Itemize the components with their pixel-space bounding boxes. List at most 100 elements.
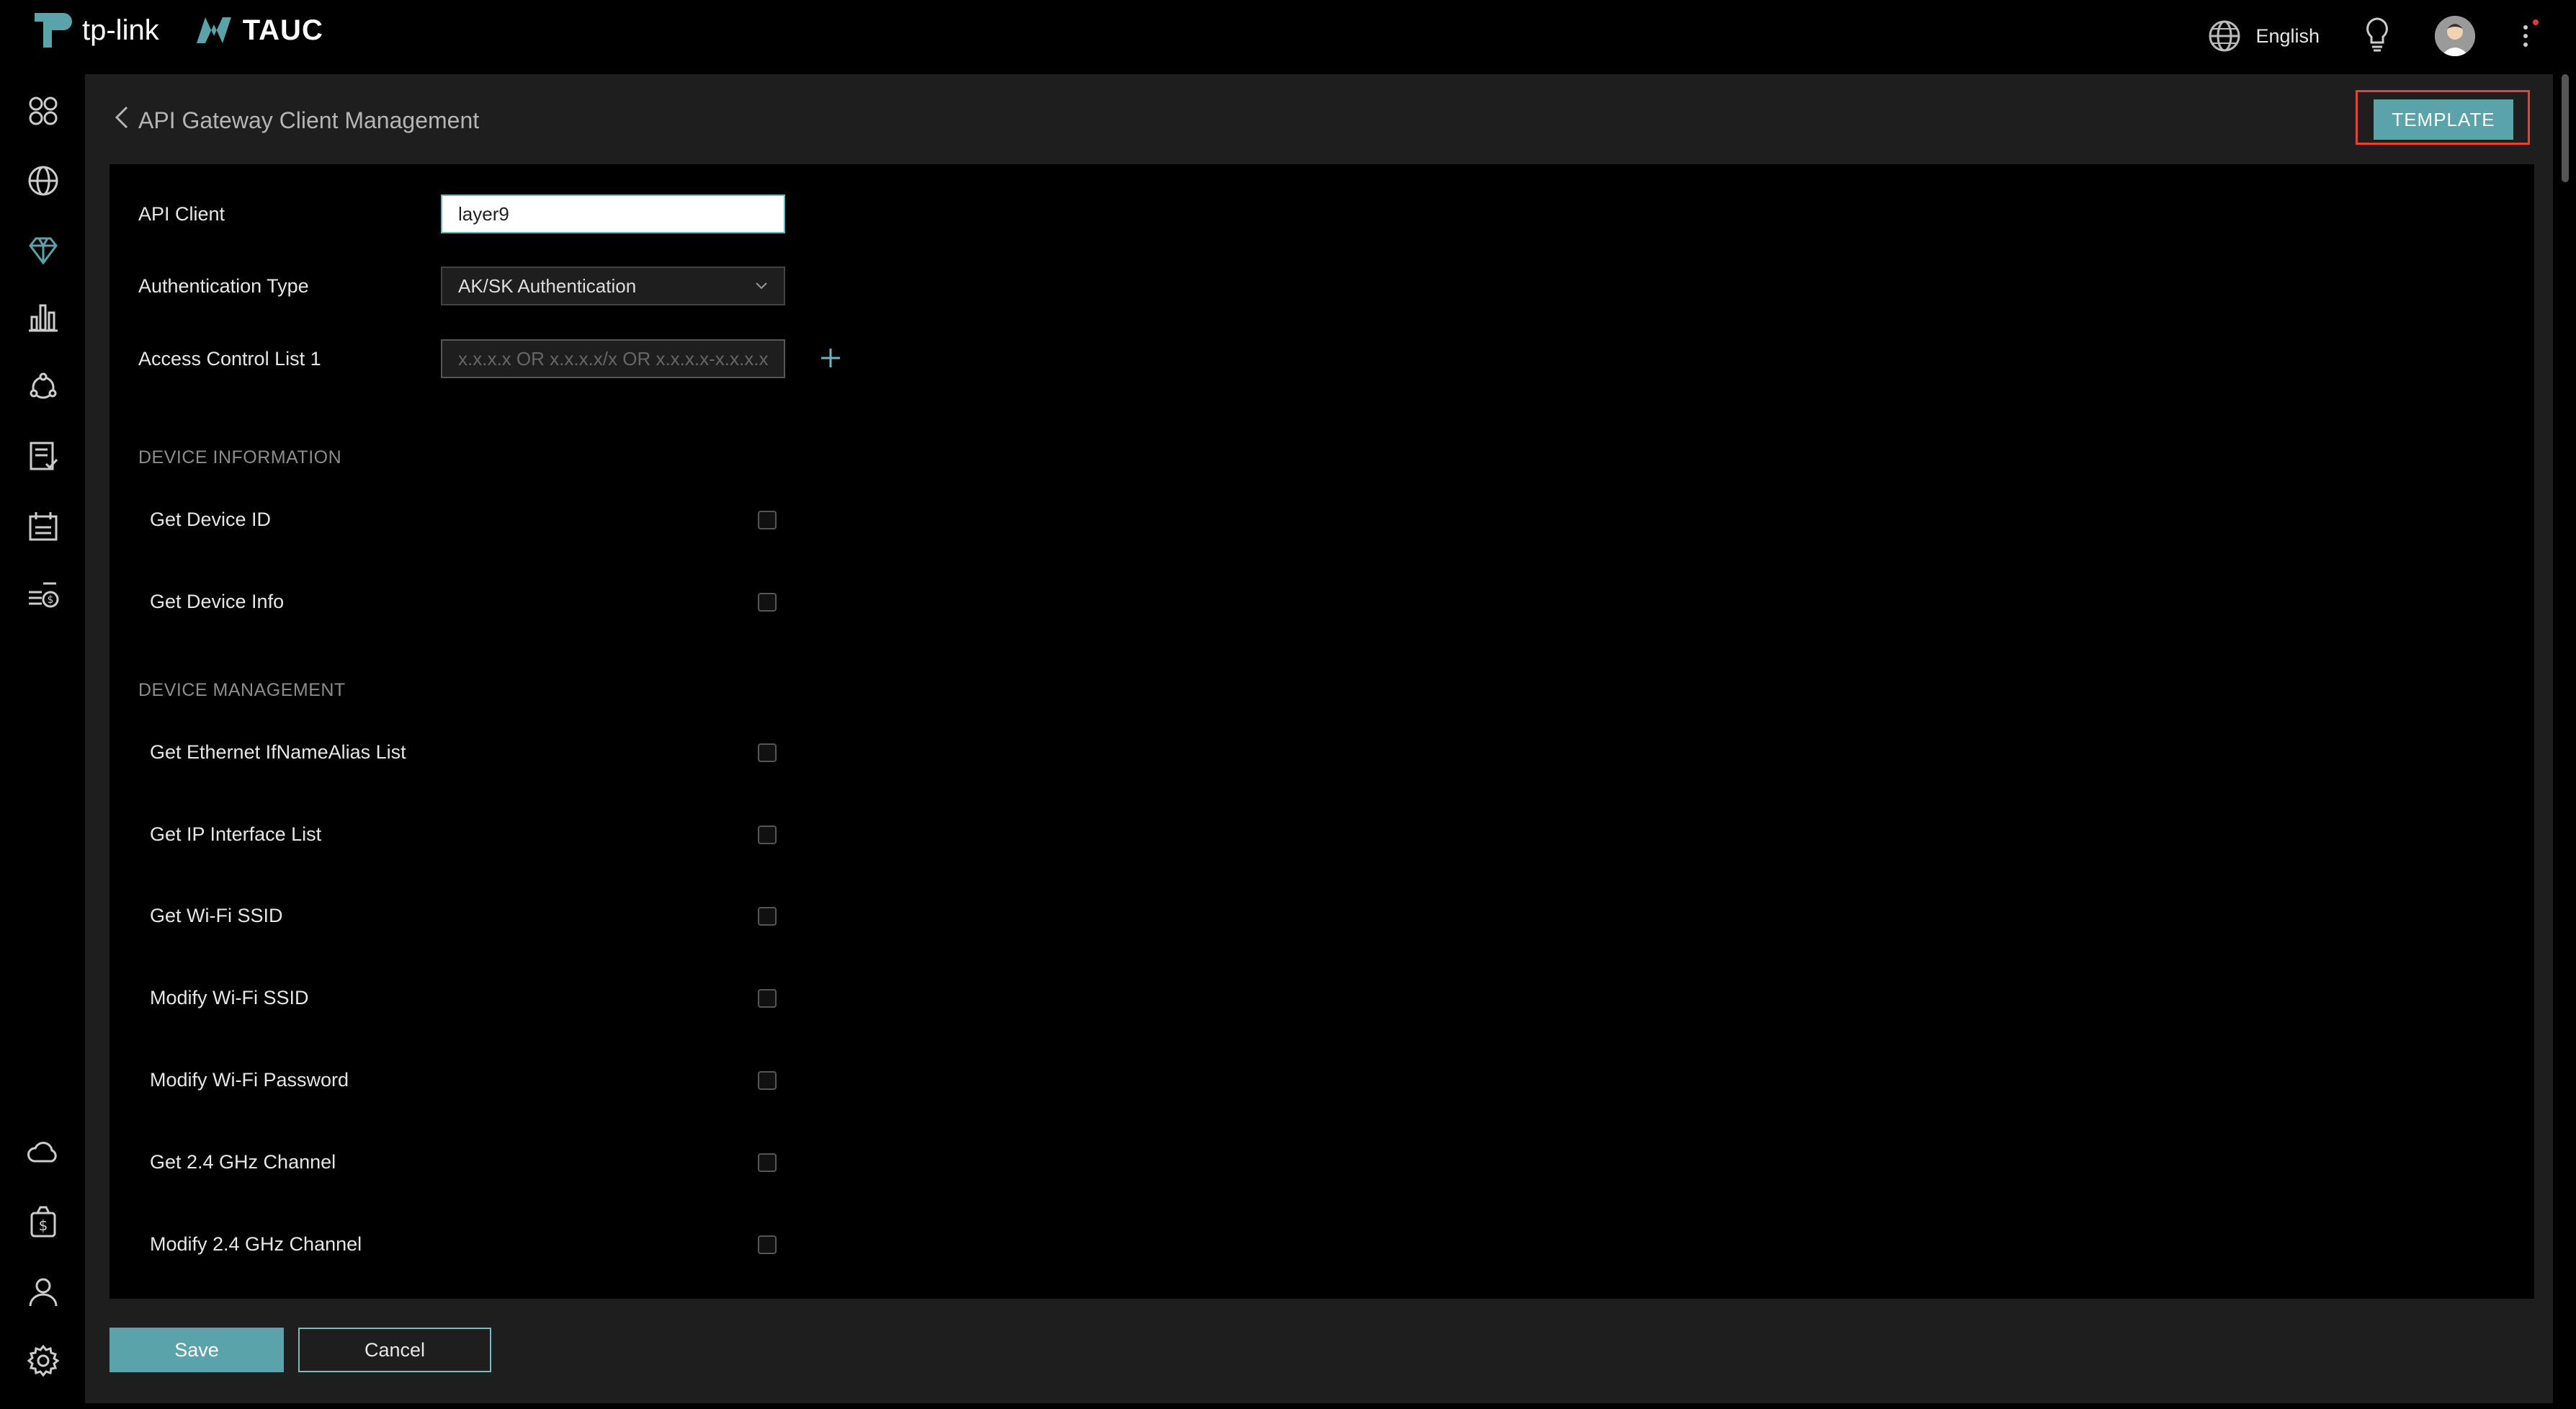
acl-row: Access Control List 1 x.x.x.x OR x.x.x.x… <box>138 339 841 378</box>
section-device-information: DEVICE INFORMATION <box>138 447 342 468</box>
permission-checkbox[interactable] <box>758 592 777 612</box>
product-name: TAUC <box>242 14 323 46</box>
permission-row: Get Ethernet IfNameAlias List <box>150 741 777 764</box>
sidebar-item-schedule[interactable] <box>26 509 61 544</box>
permission-row: Get Device ID <box>150 509 777 531</box>
sidebar-item-settings[interactable] <box>26 1343 61 1378</box>
language-label: English <box>2255 24 2320 47</box>
api-client-input[interactable]: layer9 <box>441 194 785 233</box>
auth-type-row: Authentication Type AK/SK Authentication <box>138 267 785 305</box>
sidebar-item-network[interactable] <box>26 164 61 198</box>
permission-label: Modify Wi-Fi SSID <box>150 987 309 1008</box>
plus-icon <box>821 349 840 367</box>
acl-input[interactable]: x.x.x.x OR x.x.x.x/x OR x.x.x.x-x.x.x.x <box>441 339 785 378</box>
svg-text:$: $ <box>39 1217 48 1234</box>
permission-row: Modify 2.4 GHz Channel <box>150 1233 777 1256</box>
permission-checkbox[interactable] <box>758 510 777 529</box>
permission-checkbox[interactable] <box>758 1070 777 1090</box>
tp-link-logo[interactable]: tp-link <box>29 7 159 53</box>
permission-label: Modify 2.4 GHz Channel <box>150 1233 362 1255</box>
dollar-bag-icon: $ <box>30 1206 56 1238</box>
globe-icon <box>28 166 58 196</box>
sidebar-item-account[interactable] <box>26 1274 61 1309</box>
sidebar: $ $ <box>0 74 85 1409</box>
permission-label: Get 2.4 GHz Channel <box>150 1151 336 1173</box>
add-acl-button[interactable] <box>820 343 841 375</box>
diamond-icon <box>29 237 58 265</box>
permission-label: Get Device Info <box>150 591 285 612</box>
template-button[interactable]: TEMPLATE <box>2374 99 2513 140</box>
permission-label: Get IP Interface List <box>150 823 322 845</box>
brand: tp-link TAUC <box>29 7 323 53</box>
user-icon <box>29 1278 58 1307</box>
svg-text:$: $ <box>48 594 54 606</box>
chevron-down-icon <box>756 282 767 290</box>
acl-label: Access Control List 1 <box>138 347 321 370</box>
tp-link-logo-icon <box>35 13 72 48</box>
permission-label: Get Device ID <box>150 509 272 530</box>
dashboard-icon <box>29 97 58 125</box>
user-avatar-icon <box>2435 16 2475 56</box>
permission-row: Get Wi-Fi SSID <box>150 905 777 927</box>
template-highlight: TEMPLATE <box>2356 90 2530 145</box>
sidebar-item-dashboard[interactable] <box>26 94 61 128</box>
brand-name: tp-link <box>82 14 159 46</box>
permission-checkbox[interactable] <box>758 906 777 926</box>
globe-icon <box>2209 20 2240 52</box>
permission-row: Modify Wi-Fi Password <box>150 1069 777 1091</box>
lightbulb-icon <box>2366 17 2388 51</box>
checklist-icon <box>30 442 58 470</box>
bar-chart-icon <box>29 304 58 332</box>
auth-type-select[interactable]: AK/SK Authentication <box>441 267 785 305</box>
main-panel: API Gateway Client Management TEMPLATE A… <box>85 74 2553 1403</box>
billing-list-icon: $ <box>29 582 59 608</box>
more-menu-button[interactable] <box>2518 18 2539 54</box>
top-bar: tp-link TAUC English <box>0 0 2576 74</box>
permission-checkbox[interactable] <box>758 988 777 1008</box>
permission-label: Get Wi-Fi SSID <box>150 905 283 926</box>
permission-checkbox[interactable] <box>758 743 777 762</box>
avatar[interactable] <box>2435 16 2475 56</box>
top-right-controls: English <box>2206 13 2539 59</box>
save-button[interactable]: Save <box>109 1328 284 1372</box>
auth-type-label: Authentication Type <box>138 274 309 297</box>
sidebar-item-topology[interactable] <box>26 370 61 405</box>
language-selector[interactable]: English <box>2206 18 2320 54</box>
page-title: API Gateway Client Management <box>138 107 480 133</box>
api-client-label: API Client <box>138 202 225 225</box>
permission-checkbox[interactable] <box>758 825 777 844</box>
sidebar-item-billing[interactable]: $ <box>26 579 61 614</box>
kebab-dot-icon <box>2523 34 2528 38</box>
sidebar-item-premium[interactable] <box>26 233 61 267</box>
tauc-logo[interactable]: TAUC <box>194 14 323 47</box>
scrollbar-thumb[interactable] <box>2562 74 2569 182</box>
sidebar-item-tasks[interactable] <box>26 439 61 474</box>
kebab-dot-icon <box>2523 25 2528 30</box>
permission-row: Get 2.4 GHz Channel <box>150 1151 777 1173</box>
form-content: API Client layer9 Authentication Type AK… <box>109 164 2534 1299</box>
page-header: API Gateway Client Management <box>111 104 479 136</box>
auth-type-value: AK/SK Authentication <box>458 274 637 297</box>
topology-icon <box>30 372 57 399</box>
calendar-icon <box>29 512 58 541</box>
api-client-row: API Client layer9 <box>138 194 785 233</box>
kebab-dot-icon <box>2523 43 2528 47</box>
notification-dot <box>2533 19 2539 25</box>
page-scrollbar[interactable] <box>2553 74 2576 1409</box>
sidebar-item-cloud[interactable] <box>26 1135 61 1170</box>
sidebar-item-analytics[interactable] <box>26 300 61 334</box>
permission-checkbox[interactable] <box>758 1153 777 1172</box>
tips-button[interactable] <box>2363 16 2392 57</box>
sidebar-item-payments[interactable]: $ <box>26 1204 61 1239</box>
cancel-button[interactable]: Cancel <box>298 1328 491 1372</box>
permission-row: Modify Wi-Fi SSID <box>150 987 777 1009</box>
permission-checkbox[interactable] <box>758 1235 777 1254</box>
back-button[interactable] <box>111 104 131 136</box>
form-footer: Save Cancel <box>109 1328 491 1372</box>
chevron-left-icon <box>115 106 128 129</box>
permission-row: Get IP Interface List <box>150 823 777 846</box>
permission-label: Modify Wi-Fi Password <box>150 1069 349 1091</box>
tauc-logo-icon <box>196 17 231 43</box>
cloud-icon <box>27 1142 57 1163</box>
section-device-management: DEVICE MANAGEMENT <box>138 680 346 700</box>
